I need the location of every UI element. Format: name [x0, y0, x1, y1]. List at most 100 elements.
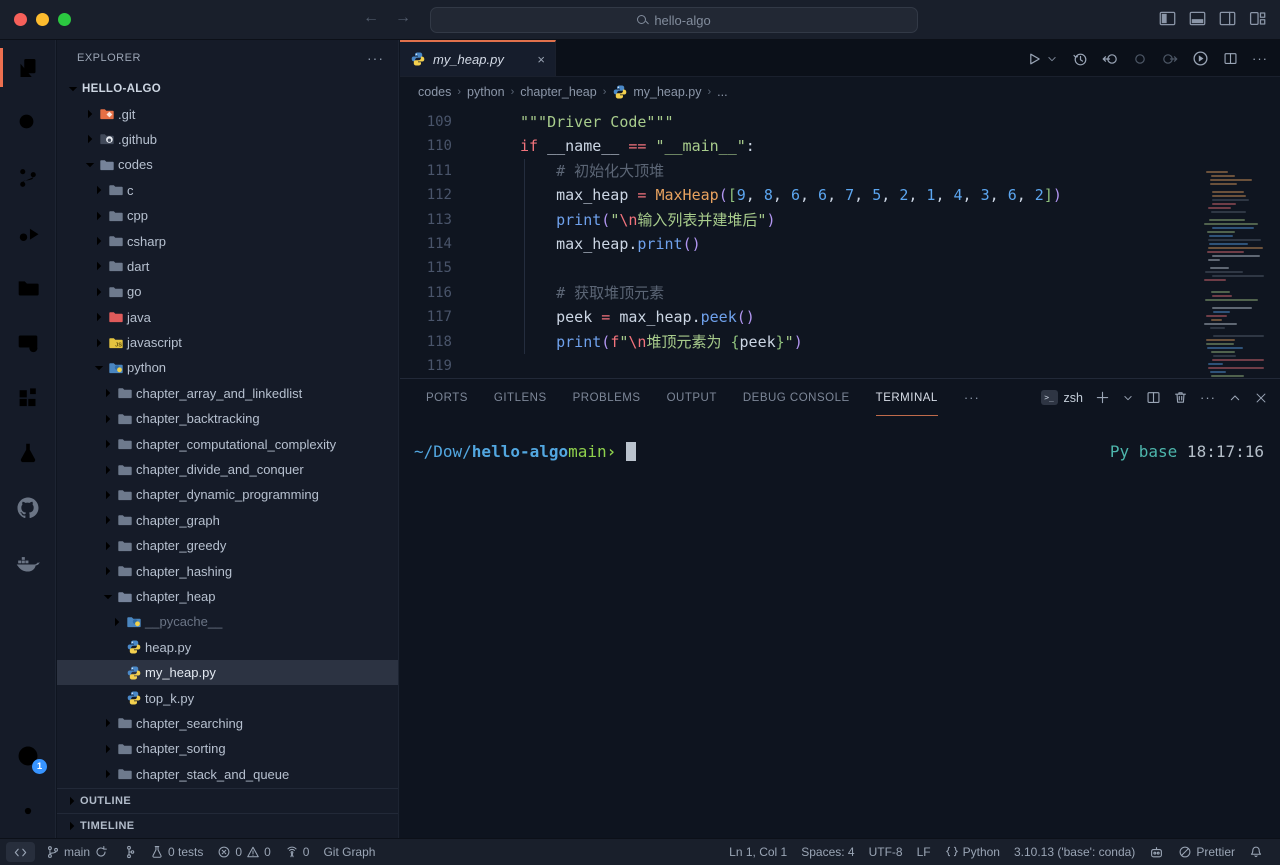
maximize-window-button[interactable] [58, 13, 71, 26]
breadcrumb-python[interactable]: python [467, 85, 505, 99]
tree-item-chapter_stack_and_queue[interactable]: chapter_stack_and_queue [57, 762, 398, 787]
statusbar-git-graph-icon-button[interactable] [115, 839, 143, 865]
statusbar-notifications[interactable] [1242, 845, 1270, 859]
explorer-more-button[interactable]: ··· [367, 50, 384, 66]
panel-bottom-icon[interactable] [1189, 10, 1206, 27]
statusbar-encoding[interactable]: UTF-8 [862, 845, 910, 859]
terminal-instance-zsh[interactable]: >_ zsh [1041, 390, 1083, 405]
tree-item-javascript[interactable]: JS javascript [57, 330, 398, 355]
breadcrumb-my_heap.py[interactable]: my_heap.py [612, 84, 701, 100]
statusbar-problems[interactable]: 00 [210, 839, 277, 865]
panel-right-icon[interactable] [1219, 10, 1236, 27]
activity-settings[interactable] [0, 783, 56, 838]
code-editor[interactable]: 109 """Driver Code""" 110 if __name__ ==… [400, 107, 1280, 378]
tree-item-chapter_array_and_linkedlist[interactable]: chapter_array_and_linkedlist [57, 381, 398, 406]
nav-back-button[interactable] [1102, 51, 1118, 67]
panel-tabs-more-button[interactable]: ··· [964, 390, 980, 405]
statusbar-cursor-position[interactable]: Ln 1, Col 1 [722, 845, 794, 859]
history-back-button[interactable]: ← [360, 9, 382, 27]
statusbar-remote-indicator[interactable] [6, 842, 35, 862]
breadcrumb-...[interactable]: ... [717, 85, 727, 99]
activity-remote-explorer[interactable] [0, 315, 56, 370]
section-outline[interactable]: OUTLINE [57, 788, 398, 813]
tree-item-chapter_dynamic_programming[interactable]: chapter_dynamic_programming [57, 482, 398, 507]
breadcrumb-codes[interactable]: codes [418, 85, 451, 99]
tree-item-chapter_searching[interactable]: chapter_searching [57, 711, 398, 736]
statusbar-eol[interactable]: LF [910, 845, 938, 859]
run-python-file-button[interactable] [1192, 50, 1209, 67]
tree-item-chapter_computational_complexity[interactable]: chapter_computational_complexity [57, 431, 398, 456]
activity-github[interactable] [0, 480, 56, 535]
close-panel-button[interactable] [1254, 391, 1268, 405]
run-dropdown[interactable] [1046, 53, 1058, 65]
tree-item-java[interactable]: java [57, 305, 398, 330]
statusbar-git-branch[interactable]: main [39, 839, 115, 865]
statusbar-indentation[interactable]: Spaces: 4 [794, 845, 861, 859]
statusbar-copilot[interactable] [1142, 845, 1171, 860]
panel-tab-gitlens[interactable]: GITLENS [494, 379, 547, 416]
tree-item-chapter_backtracking[interactable]: chapter_backtracking [57, 406, 398, 431]
statusbar-language-mode[interactable]: Python [938, 845, 1007, 859]
run-button[interactable] [1026, 51, 1042, 67]
statusbar-tests[interactable]: 0 tests [143, 839, 210, 865]
tree-root[interactable]: HELLO-ALGO [57, 76, 398, 101]
tree-item-codes[interactable]: codes [57, 152, 398, 177]
tree-item-chapter_sorting[interactable]: chapter_sorting [57, 736, 398, 761]
tree-item-heap.py[interactable]: heap.py [57, 635, 398, 660]
activity-source-control[interactable] [0, 150, 56, 205]
terminal[interactable]: ~/Dow/hello-algo main › Py base 18:17:16 [400, 416, 1280, 838]
minimize-window-button[interactable] [36, 13, 49, 26]
activity-explorer[interactable] [0, 40, 56, 95]
panel-tab-output[interactable]: OUTPUT [667, 379, 717, 416]
statusbar-git-graph-button[interactable]: Git Graph [316, 839, 382, 865]
tree-item-.git[interactable]: .git [57, 101, 398, 126]
activity-testing[interactable] [0, 425, 56, 480]
activity-run-debug[interactable] [0, 205, 56, 260]
activity-extensions[interactable] [0, 370, 56, 425]
statusbar-prettier[interactable]: Prettier [1171, 845, 1242, 859]
tree-item-chapter_divide_and_conquer[interactable]: chapter_divide_and_conquer [57, 457, 398, 482]
activity-docker[interactable] [0, 535, 56, 590]
panel-tab-ports[interactable]: PORTS [426, 379, 468, 416]
breadcrumb-chapter_heap[interactable]: chapter_heap [520, 85, 596, 99]
tab-my-heap[interactable]: my_heap.py × [400, 40, 556, 76]
tree-item-chapter_greedy[interactable]: chapter_greedy [57, 533, 398, 558]
split-editor-button[interactable] [1223, 51, 1238, 66]
nav-forward-button[interactable] [1162, 51, 1178, 67]
tree-item-chapter_heap[interactable]: chapter_heap [57, 584, 398, 609]
tree-item-c[interactable]: c [57, 178, 398, 203]
layout-icon[interactable] [1249, 10, 1266, 27]
history-forward-button[interactable]: → [392, 9, 414, 27]
tab-close-icon[interactable]: × [537, 52, 545, 67]
statusbar-ports-status[interactable]: 0 [278, 839, 317, 865]
tree-item-__pycache__[interactable]: __pycache__ [57, 609, 398, 634]
tree-item-cpp[interactable]: cpp [57, 203, 398, 228]
panel-left-icon[interactable] [1159, 10, 1176, 27]
editor-more-button[interactable]: ··· [1252, 51, 1268, 66]
split-terminal-button[interactable] [1146, 390, 1161, 405]
tree-item-chapter_graph[interactable]: chapter_graph [57, 508, 398, 533]
statusbar-python-interpreter[interactable]: 3.10.13 ('base': conda) [1007, 845, 1142, 859]
close-window-button[interactable] [14, 13, 27, 26]
tree-item-my_heap.py[interactable]: my_heap.py [57, 660, 398, 685]
terminal-dropdown[interactable] [1122, 392, 1134, 404]
panel-tab-terminal[interactable]: TERMINAL [876, 379, 938, 416]
panel-tab-debug-console[interactable]: DEBUG CONSOLE [743, 379, 850, 416]
panel-more-button[interactable]: ··· [1200, 390, 1216, 405]
timeline-history-button[interactable] [1072, 51, 1088, 67]
command-center-search[interactable]: hello-algo [430, 7, 918, 33]
tree-item-python[interactable]: python [57, 355, 398, 380]
kill-terminal-button[interactable] [1173, 390, 1188, 405]
tree-item-chapter_hashing[interactable]: chapter_hashing [57, 558, 398, 583]
section-timeline[interactable]: TIMELINE [57, 813, 398, 838]
tree-item-csharp[interactable]: csharp [57, 228, 398, 253]
activity-folder-view[interactable] [0, 260, 56, 315]
activity-search[interactable] [0, 95, 56, 150]
tree-item-top_k.py[interactable]: top_k.py [57, 685, 398, 710]
minimap[interactable] [1204, 167, 1266, 378]
new-terminal-button[interactable] [1095, 390, 1110, 405]
maximize-panel-button[interactable] [1228, 391, 1242, 405]
tree-item-dart[interactable]: dart [57, 254, 398, 279]
panel-tab-problems[interactable]: PROBLEMS [573, 379, 641, 416]
tree-item-go[interactable]: go [57, 279, 398, 304]
